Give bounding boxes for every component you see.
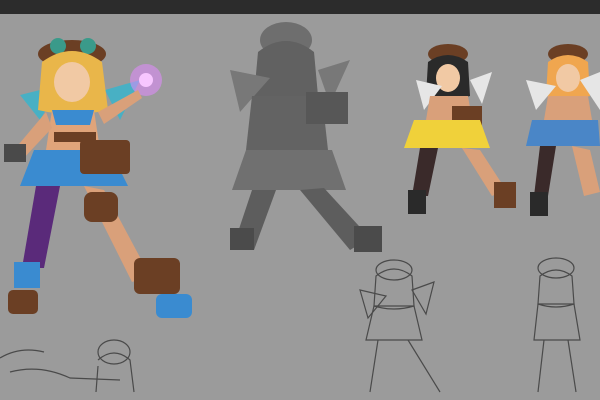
color-variant-yellow-figure	[404, 44, 516, 214]
line-sketch-bottom-left	[0, 339, 135, 393]
color-variant-blue-figure	[526, 44, 600, 216]
value-sketch-figure	[230, 22, 382, 252]
line-sketch-center	[359, 259, 441, 393]
concept-art-illustration	[0, 22, 600, 393]
line-sketch-right	[533, 257, 581, 393]
hero-full-color-figure	[4, 38, 192, 318]
